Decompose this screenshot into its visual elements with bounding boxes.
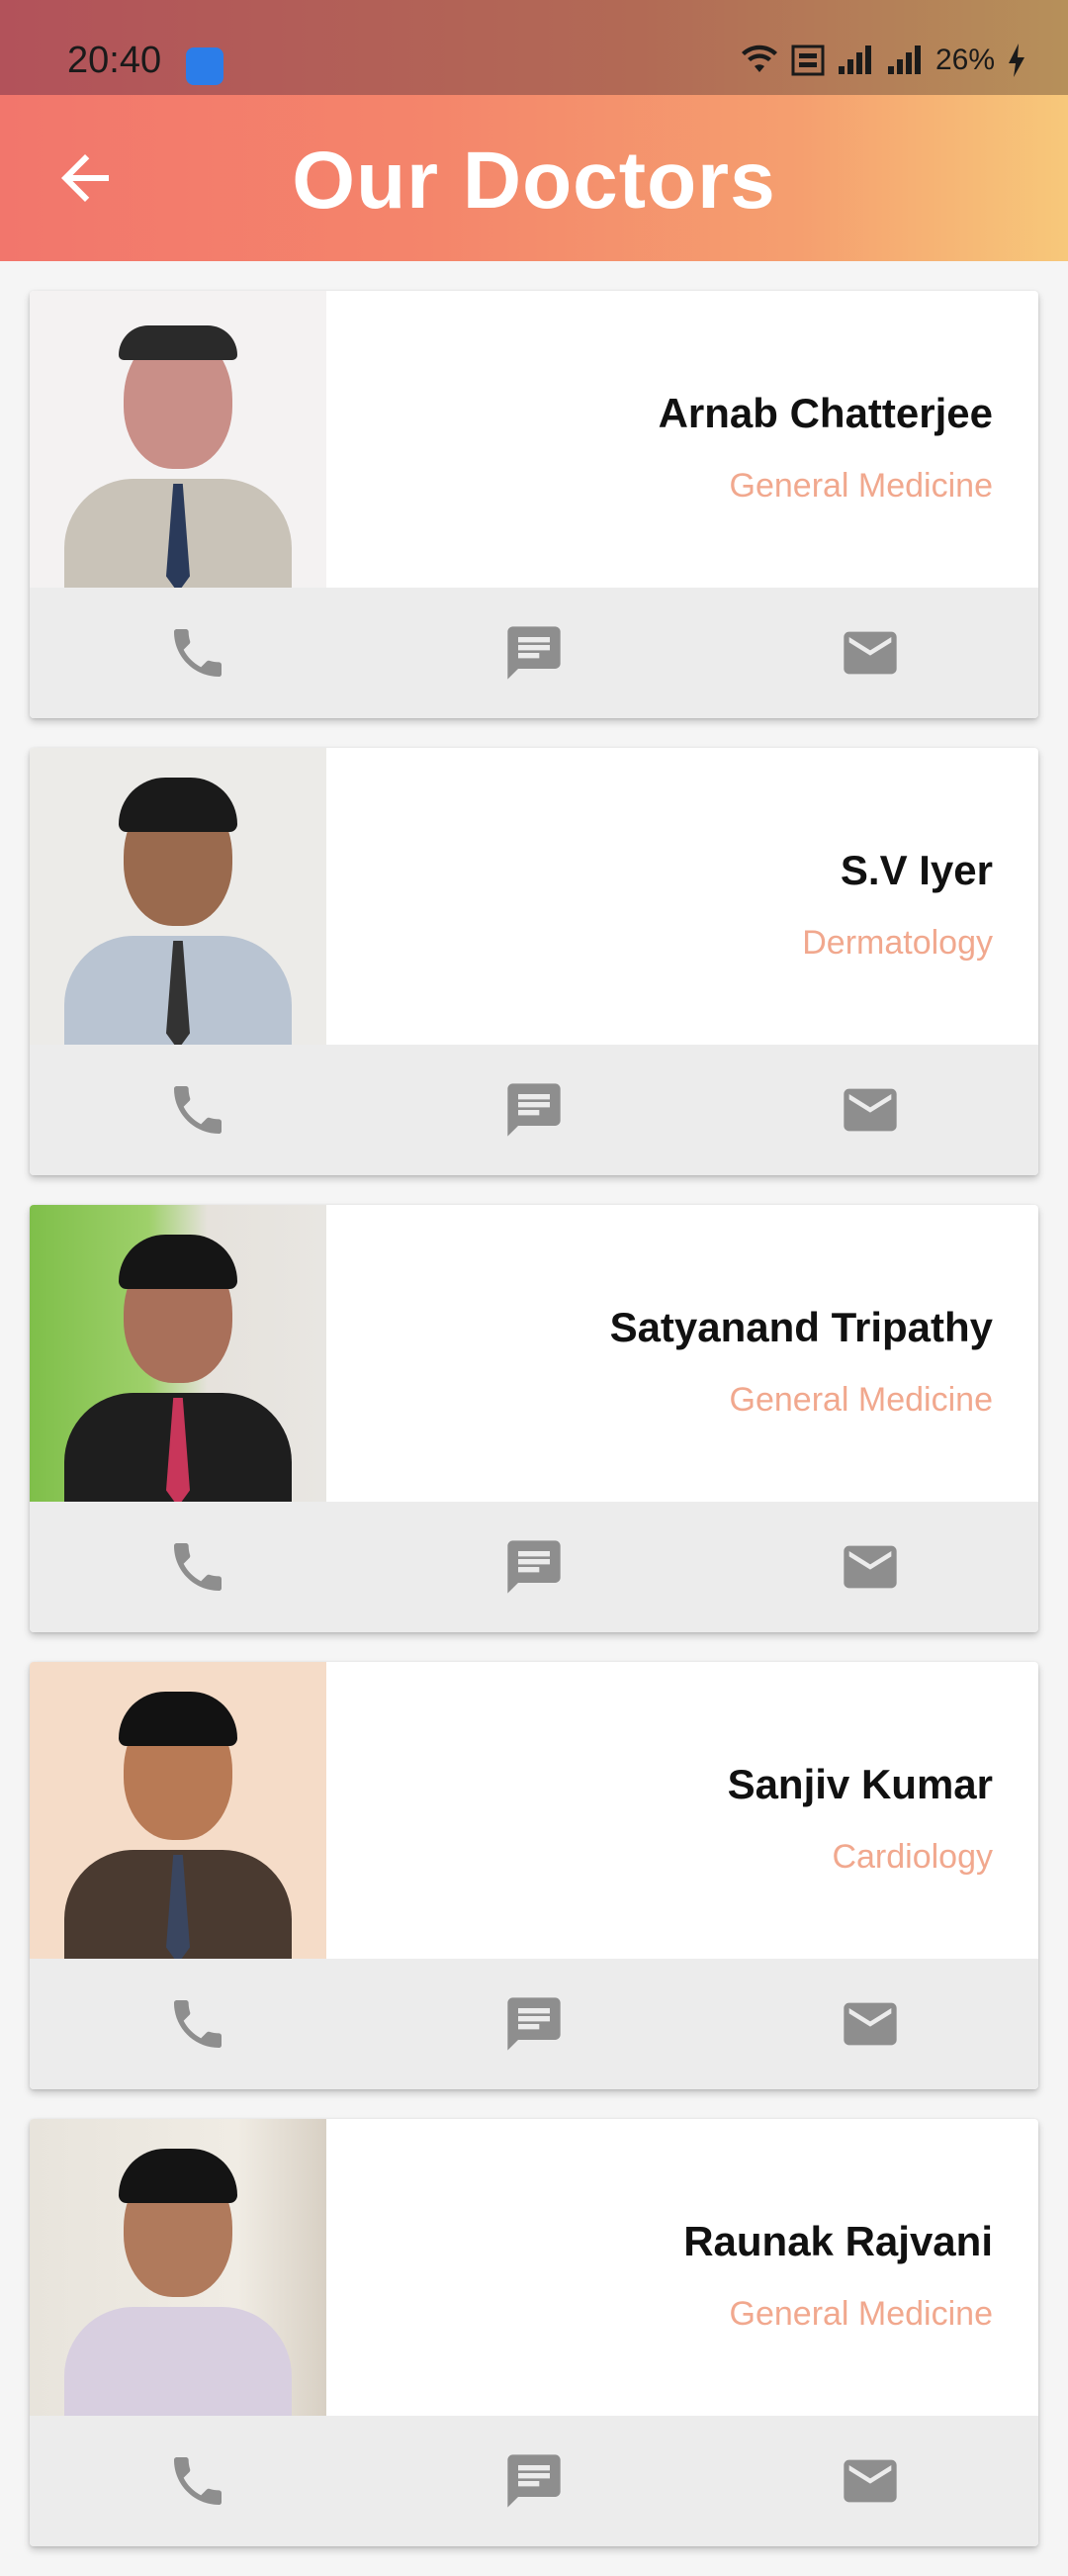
app-bar: Our Doctors <box>0 95 1068 261</box>
email-button[interactable] <box>702 1045 1038 1175</box>
message-button[interactable] <box>366 1502 702 1632</box>
call-button[interactable] <box>30 588 366 718</box>
call-button[interactable] <box>30 1045 366 1175</box>
wifi-icon <box>741 45 777 72</box>
doctor-actions <box>30 1045 1038 1175</box>
doctor-list: Arnab Chatterjee General Medicine S.V Iy… <box>30 291 1038 2576</box>
email-button[interactable] <box>702 1502 1038 1632</box>
mail-icon <box>844 2459 897 2503</box>
message-icon <box>507 626 561 680</box>
doctor-name: Sanjiv Kumar <box>727 1761 993 1807</box>
doctor-info: Satyanand Tripathy General Medicine <box>610 1304 993 1420</box>
message-button[interactable] <box>366 1045 702 1175</box>
doctor-specialty: Cardiology <box>832 1838 993 1876</box>
doctor-specialty: General Medicine <box>729 467 993 505</box>
signal-icon <box>838 46 871 74</box>
message-icon <box>507 1540 561 1594</box>
usb-icon <box>186 47 223 85</box>
doctor-card-header: S.V Iyer Dermatology <box>30 748 1038 1045</box>
battery-level: 26% <box>934 44 995 76</box>
status-time: 20:40 <box>67 40 162 81</box>
message-button[interactable] <box>366 2416 702 2546</box>
mail-icon <box>844 2002 897 2046</box>
doctor-actions <box>30 1502 1038 1632</box>
status-icons: 26% <box>740 44 1026 77</box>
doctor-card[interactable]: Raunak Rajvani General Medicine <box>30 2119 1038 2546</box>
phone-icon <box>174 1543 222 1591</box>
doctor-actions <box>30 1959 1038 2089</box>
doctor-card-header: Raunak Rajvani General Medicine <box>30 2119 1038 2416</box>
doctor-photo <box>30 748 326 1045</box>
doctor-photo <box>30 291 326 588</box>
email-button[interactable] <box>702 2416 1038 2546</box>
email-button[interactable] <box>702 1959 1038 2089</box>
status-bar: 20:40 26% <box>0 0 1068 95</box>
phone-icon <box>174 2000 222 2048</box>
doctor-card[interactable]: Sanjiv Kumar Cardiology <box>30 1662 1038 2089</box>
doctor-name: Satyanand Tripathy <box>609 1304 993 1350</box>
doctor-actions <box>30 588 1038 718</box>
doctor-card-header: Arnab Chatterjee General Medicine <box>30 291 1038 588</box>
doctor-info: Arnab Chatterjee General Medicine <box>659 390 993 506</box>
doctor-actions <box>30 2416 1038 2546</box>
message-icon <box>507 2454 561 2508</box>
doctor-card-header: Sanjiv Kumar Cardiology <box>30 1662 1038 1959</box>
doctor-info: S.V Iyer Dermatology <box>802 847 993 963</box>
doctor-card-header: Satyanand Tripathy General Medicine <box>30 1205 1038 1502</box>
phone-icon <box>174 1086 222 1134</box>
mail-icon <box>844 631 897 675</box>
doctor-specialty: General Medicine <box>729 1381 993 1419</box>
volte-icon <box>791 45 825 76</box>
call-button[interactable] <box>30 1502 366 1632</box>
signal-icon <box>887 46 921 74</box>
message-icon <box>507 1083 561 1137</box>
doctor-info: Sanjiv Kumar Cardiology <box>728 1761 993 1877</box>
message-button[interactable] <box>366 588 702 718</box>
mail-icon <box>844 1088 897 1132</box>
doctor-name: S.V Iyer <box>840 847 993 893</box>
doctor-name: Arnab Chatterjee <box>658 390 993 436</box>
phone-icon <box>174 629 222 677</box>
email-button[interactable] <box>702 588 1038 718</box>
message-button[interactable] <box>366 1959 702 2089</box>
doctor-card[interactable]: Arnab Chatterjee General Medicine <box>30 291 1038 718</box>
page-title: Our Doctors <box>292 136 776 226</box>
doctor-card[interactable]: S.V Iyer Dermatology <box>30 748 1038 1175</box>
call-button[interactable] <box>30 2416 366 2546</box>
doctor-photo <box>30 2119 326 2416</box>
doctor-specialty: Dermatology <box>802 924 993 962</box>
doctor-card[interactable]: Satyanand Tripathy General Medicine <box>30 1205 1038 1632</box>
charging-icon <box>1009 44 1024 77</box>
message-icon <box>507 1997 561 2051</box>
doctor-photo <box>30 1205 326 1502</box>
doctor-name: Raunak Rajvani <box>683 2218 993 2264</box>
call-button[interactable] <box>30 1959 366 2089</box>
doctor-photo <box>30 1662 326 1959</box>
phone-icon <box>174 2457 222 2505</box>
doctor-info: Raunak Rajvani General Medicine <box>683 2218 993 2334</box>
mail-icon <box>844 1545 897 1589</box>
